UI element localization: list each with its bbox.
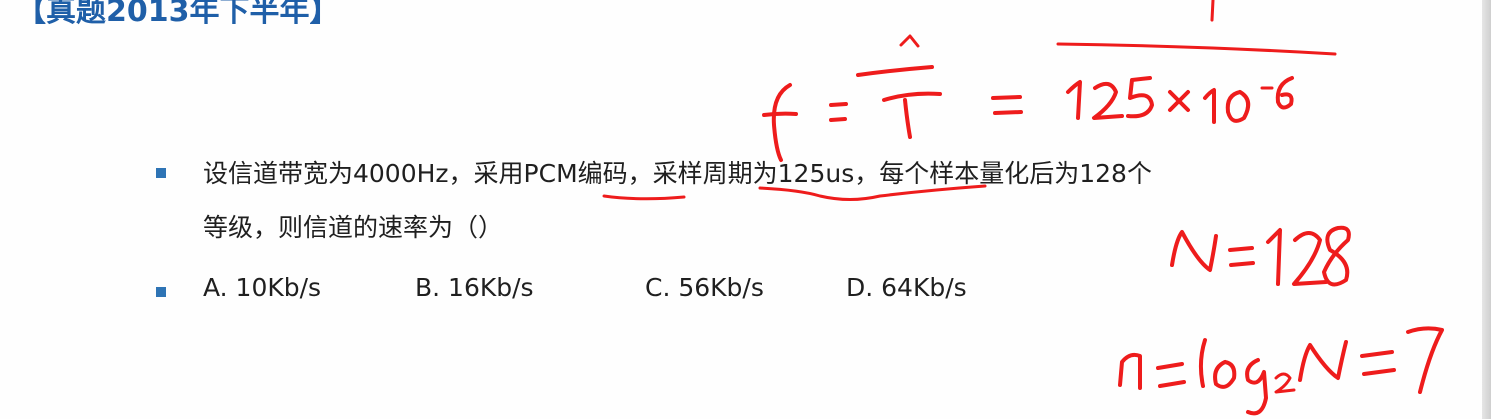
ink-letter-n-small <box>1118 352 1142 390</box>
ink-digit-5 <box>1126 76 1154 119</box>
ink-fraction-bar <box>1056 42 1337 56</box>
ink-underline-pcm <box>602 194 686 201</box>
ink-digit-0 <box>1225 90 1251 123</box>
window-right-edge <box>1482 0 1491 419</box>
question-bullet-marker <box>156 168 166 178</box>
ink-digit-2 <box>1092 81 1124 120</box>
slide-title: 【真题2013年下半年】 <box>16 0 340 29</box>
ink-letter-t-bar <box>882 91 942 102</box>
option-d: D. 64Kb/s <box>846 273 967 302</box>
ink-equals-1b <box>829 117 847 122</box>
ink-digit-6 <box>1275 76 1294 110</box>
slide: 【真题2013年下半年】 设信道带宽为4000Hz，采用PCM编码，采样周期为1… <box>0 0 1491 419</box>
option-b: B. 16Kb/s <box>415 273 534 302</box>
question-text-line-2: 等级，则信道的速率为（） <box>203 213 504 242</box>
ink-equals-2b <box>993 110 1023 115</box>
ink-letter-l <box>1198 338 1207 388</box>
ink-digit-1 <box>1066 80 1082 120</box>
ink-letter-o <box>1213 360 1237 389</box>
ink-times-b <box>1168 90 1190 112</box>
ink-times-a <box>1168 90 1190 112</box>
ink-digit-8 <box>1322 225 1351 287</box>
ink-equals-3a <box>1228 246 1254 252</box>
ink-digit-2c <box>1292 231 1328 286</box>
ink-letter-f-cross <box>762 111 798 117</box>
options-bullet-marker <box>156 287 166 297</box>
ink-equals-1a <box>829 102 848 107</box>
ink-equals-4a <box>1156 362 1184 370</box>
ink-equals-5a <box>1360 350 1394 358</box>
ink-equals-5b <box>1362 368 1396 376</box>
ink-top-tick <box>1210 0 1215 22</box>
ink-letter-n-big <box>1298 340 1348 382</box>
ink-digit-7 <box>1406 326 1444 394</box>
ink-caret <box>899 34 920 48</box>
option-c: C. 56Kb/s <box>645 273 764 302</box>
ink-digit-1b <box>1203 88 1216 124</box>
ink-subscript-2 <box>1274 372 1296 394</box>
option-a: A. 10Kb/s <box>203 273 322 302</box>
ink-equals-4b <box>1158 380 1186 388</box>
ink-short-fraction-bar <box>856 65 934 77</box>
ink-letter-t-stem <box>903 98 912 139</box>
ink-letter-f <box>771 83 792 162</box>
ink-letter-g <box>1245 358 1268 416</box>
question-text-line-1: 设信道带宽为4000Hz，采用PCM编码，采样周期为125us，每个样本量化后为… <box>203 159 1152 188</box>
ink-equals-3b <box>1229 261 1255 267</box>
ink-letter-n <box>1170 230 1218 272</box>
ink-equals-2a <box>991 95 1022 100</box>
ink-digit-1c <box>1266 228 1282 286</box>
